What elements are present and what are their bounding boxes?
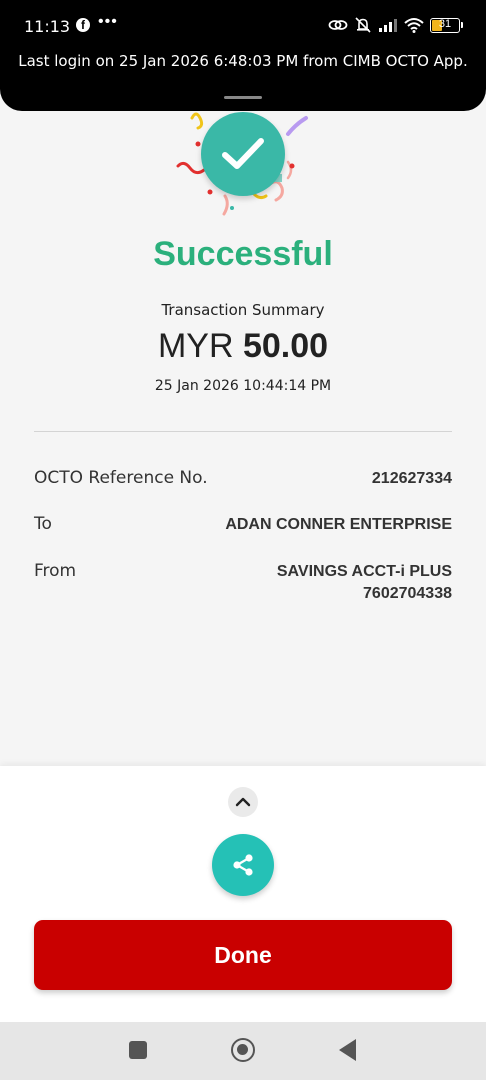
detail-row-from: From SAVINGS ACCT-i PLUS 7602704338 — [34, 561, 452, 607]
share-icon — [233, 854, 253, 876]
reference-label: OCTO Reference No. — [34, 468, 208, 488]
success-check-badge — [201, 112, 285, 196]
detail-row-to: To ADAN CONNER ENTERPRISE — [34, 514, 452, 538]
amount-value: 50.00 — [242, 327, 329, 365]
checkmark-icon — [222, 138, 264, 169]
result-title: Successful — [153, 235, 333, 273]
reference-value: 212627334 — [371, 470, 452, 487]
home-icon[interactable] — [231, 1038, 255, 1062]
link-icon — [328, 20, 348, 30]
to-label: To — [34, 514, 52, 534]
drag-handle[interactable] — [224, 96, 262, 99]
chevron-up-icon — [235, 797, 251, 807]
from-account-name: SAVINGS ACCT-i PLUS — [276, 563, 452, 580]
to-value: ADAN CONNER ENTERPRISE — [225, 516, 452, 533]
mute-icon — [355, 17, 371, 33]
back-icon[interactable] — [339, 1039, 356, 1061]
from-label: From — [34, 561, 77, 581]
facebook-icon: f — [76, 18, 90, 32]
done-button[interactable]: Done — [34, 920, 452, 990]
summary-label: Transaction Summary — [161, 301, 325, 319]
system-icons: 31 — [328, 15, 463, 35]
from-account-number: 7602704338 — [363, 585, 452, 602]
share-button[interactable] — [212, 834, 274, 896]
system-nav-bar — [0, 1022, 486, 1080]
last-login-banner: Last login on 25 Jan 2026 6:48:03 PM fro… — [18, 52, 468, 70]
transaction-datetime: 25 Jan 2026 10:44:14 PM — [154, 378, 332, 394]
battery-level: 31 — [438, 17, 452, 30]
expand-sheet-button[interactable] — [228, 787, 258, 817]
wifi-icon — [404, 18, 424, 33]
transaction-amount: MYR 50.00 — [0, 327, 486, 366]
status-time: 11:13 — [24, 17, 71, 36]
detail-row-reference: OCTO Reference No. 212627334 — [34, 468, 452, 492]
divider — [34, 431, 452, 432]
signal-icon — [379, 19, 397, 32]
recent-apps-icon[interactable] — [129, 1041, 147, 1059]
more-dots-icon: ••• — [98, 13, 118, 30]
battery-icon: 31 — [430, 17, 463, 33]
top-banner: 11:13 f ••• 31 Last login on 25 Jan 2026… — [0, 0, 486, 111]
amount-currency: MYR — [157, 327, 234, 365]
